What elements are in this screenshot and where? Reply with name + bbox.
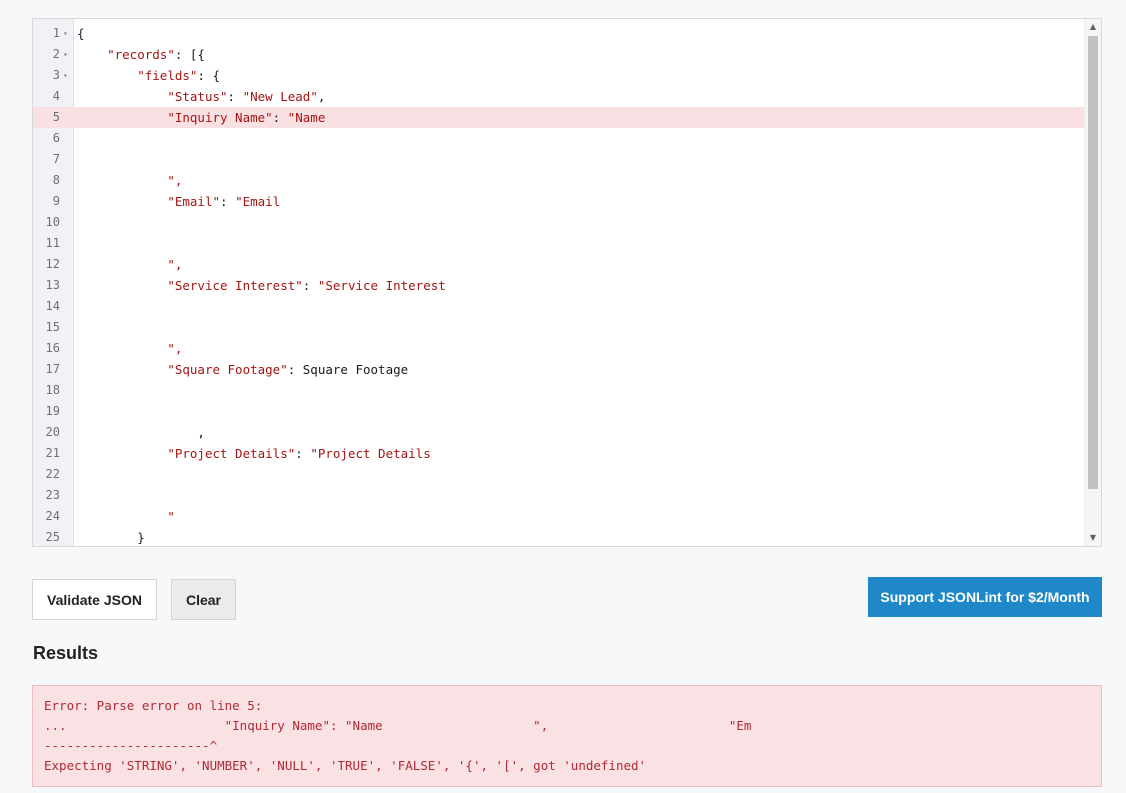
line-code: ": [167, 509, 175, 524]
editor-line[interactable]: 24 ": [33, 506, 1085, 527]
error-message-line: Error: Parse error on line 5:: [44, 698, 263, 713]
line-code: "Service Interest": "Service Interest: [167, 278, 446, 293]
line-number: 20: [45, 425, 60, 439]
editor-line[interactable]: 7: [33, 149, 1085, 170]
editor-line[interactable]: 11: [33, 233, 1085, 254]
line-code: ,: [77, 425, 205, 440]
line-number: 23: [45, 488, 60, 502]
line-number: 10: [45, 215, 60, 229]
editor-line[interactable]: 17 "Square Footage": Square Footage: [33, 359, 1085, 380]
line-number: 24: [45, 509, 60, 523]
validate-json-button[interactable]: Validate JSON: [32, 579, 157, 620]
line-number: 16: [45, 341, 60, 355]
line-code: ",: [167, 257, 183, 272]
editor-line[interactable]: 9 "Email": "Email: [33, 191, 1085, 212]
editor-line[interactable]: 12 ",: [33, 254, 1085, 275]
results-heading: Results: [33, 643, 99, 663]
error-context-line: ... "Inquiry Name": "Name ", "Em: [44, 718, 752, 733]
line-number: 25: [45, 530, 60, 544]
line-number: 22: [45, 467, 60, 481]
editor-line[interactable]: 1 ▾ {: [33, 23, 1085, 44]
line-number: 9: [52, 194, 60, 208]
clear-button[interactable]: Clear: [171, 579, 236, 620]
editor-line[interactable]: 4 "Status": "New Lead",: [33, 86, 1085, 107]
editor-line[interactable]: 16 ",: [33, 338, 1085, 359]
line-number: 8: [52, 173, 60, 187]
line-number: 7: [52, 152, 60, 166]
editor-line[interactable]: 8 ",: [33, 170, 1085, 191]
line-number: 12: [45, 257, 60, 271]
results-error-box: Error: Parse error on line 5: ... "Inqui…: [32, 685, 1102, 787]
line-code: "Inquiry Name": "Name: [167, 110, 326, 125]
support-jsonlint-button[interactable]: Support JSONLint for $2/Month: [868, 577, 1102, 617]
editor-line[interactable]: 22: [33, 464, 1085, 485]
line-number: 2: [52, 47, 60, 61]
line-code: ",: [167, 341, 183, 356]
editor-line[interactable]: 14: [33, 296, 1085, 317]
line-number: 11: [45, 236, 60, 250]
line-number: 6: [52, 131, 60, 145]
editor-line[interactable]: 13 "Service Interest": "Service Interest: [33, 275, 1085, 296]
line-number: 19: [45, 404, 60, 418]
error-expecting-line: Expecting 'STRING', 'NUMBER', 'NULL', 'T…: [44, 758, 647, 773]
editor-scrollbar[interactable]: ▲ ▼: [1084, 19, 1101, 546]
line-number: 14: [45, 299, 60, 313]
line-code: }: [77, 530, 145, 545]
line-code: "Square Footage": Square Footage: [167, 362, 409, 377]
editor-line[interactable]: 25 }: [33, 527, 1085, 546]
editor-line[interactable]: 23: [33, 485, 1085, 506]
editor-line[interactable]: 2 ▾ "records": [{: [33, 44, 1085, 65]
line-code: "Project Details": "Project Details: [167, 446, 431, 461]
editor-line[interactable]: 3 ▾ "fields": {: [33, 65, 1085, 86]
line-code: "records": [{: [107, 47, 205, 62]
fold-arrow-icon[interactable]: ▾: [63, 44, 68, 65]
editor-line-error[interactable]: 5 "Inquiry Name": "Name: [33, 107, 1085, 128]
line-code: ",: [167, 173, 183, 188]
error-pointer-line: ----------------------^: [44, 738, 218, 753]
editor-line[interactable]: 10: [33, 212, 1085, 233]
line-number: 3: [52, 68, 60, 82]
editor-line[interactable]: 19: [33, 401, 1085, 422]
line-number: 21: [45, 446, 60, 460]
line-number: 1: [52, 26, 60, 40]
line-number: 4: [52, 89, 60, 103]
line-code: "Email": "Email: [167, 194, 281, 209]
line-code: "Status": "New Lead",: [167, 89, 326, 104]
line-number: 15: [45, 320, 60, 334]
editor-line[interactable]: 20 ,: [33, 422, 1085, 443]
line-code: {: [77, 26, 85, 41]
scrollbar-thumb[interactable]: [1088, 36, 1098, 489]
editor-line[interactable]: 18: [33, 380, 1085, 401]
editor-line[interactable]: 15: [33, 317, 1085, 338]
scroll-down-arrow-icon[interactable]: ▼: [1085, 530, 1101, 546]
line-code: "fields": {: [137, 68, 221, 83]
line-number: 13: [45, 278, 60, 292]
line-number: 18: [45, 383, 60, 397]
fold-arrow-icon[interactable]: ▾: [63, 23, 68, 44]
line-number: 17: [45, 362, 60, 376]
fold-arrow-icon[interactable]: ▾: [63, 65, 68, 86]
scroll-up-arrow-icon[interactable]: ▲: [1085, 19, 1101, 35]
line-number: 5: [52, 110, 60, 124]
editor-line[interactable]: 6: [33, 128, 1085, 149]
json-editor[interactable]: 1 ▾{2 ▾ "records": [{3 ▾ "fields": {4 "Stat…: [32, 18, 1102, 547]
editor-line[interactable]: 21 "Project Details": "Project Details: [33, 443, 1085, 464]
